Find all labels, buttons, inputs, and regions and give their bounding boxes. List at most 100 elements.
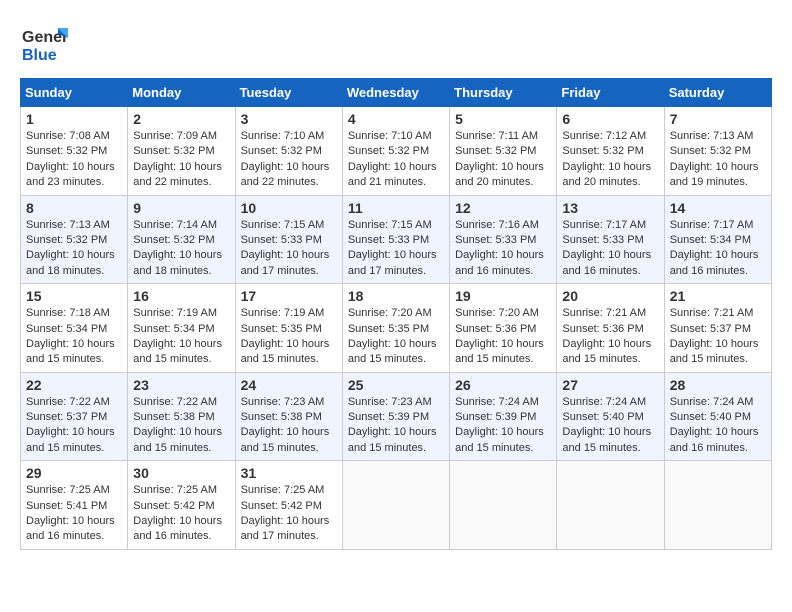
daylight-label: Daylight: 10 hours [133,426,222,438]
sunrise-label: Sunrise: 7:24 AM [455,396,539,408]
daylight-minutes: and 15 minutes. [455,353,533,365]
day-info: Sunrise: 7:21 AM Sunset: 5:37 PM Dayligh… [670,306,766,368]
day-number: 19 [455,288,551,304]
calendar-cell: 31 Sunrise: 7:25 AM Sunset: 5:42 PM Dayl… [235,461,342,550]
sunset-label: Sunset: 5:36 PM [562,323,643,335]
day-info: Sunrise: 7:17 AM Sunset: 5:33 PM Dayligh… [562,218,658,280]
calendar-week-row: 15 Sunrise: 7:18 AM Sunset: 5:34 PM Dayl… [21,284,772,373]
day-number: 16 [133,288,229,304]
day-number: 2 [133,111,229,127]
daylight-minutes: and 16 minutes. [562,265,640,277]
calendar-week-row: 22 Sunrise: 7:22 AM Sunset: 5:37 PM Dayl… [21,372,772,461]
calendar-table: SundayMondayTuesdayWednesdayThursdayFrid… [20,78,772,550]
day-number: 9 [133,200,229,216]
daylight-minutes: and 15 minutes. [241,442,319,454]
daylight-label: Daylight: 10 hours [670,161,759,173]
daylight-label: Daylight: 10 hours [562,426,651,438]
day-info: Sunrise: 7:12 AM Sunset: 5:32 PM Dayligh… [562,129,658,191]
sunrise-label: Sunrise: 7:19 AM [241,307,325,319]
daylight-minutes: and 15 minutes. [562,442,640,454]
sunset-label: Sunset: 5:33 PM [455,234,536,246]
calendar-cell: 21 Sunrise: 7:21 AM Sunset: 5:37 PM Dayl… [664,284,771,373]
day-number: 11 [348,200,444,216]
sunrise-label: Sunrise: 7:17 AM [670,219,754,231]
calendar-cell: 24 Sunrise: 7:23 AM Sunset: 5:38 PM Dayl… [235,372,342,461]
header-sunday: Sunday [21,79,128,107]
day-info: Sunrise: 7:17 AM Sunset: 5:34 PM Dayligh… [670,218,766,280]
calendar-cell: 14 Sunrise: 7:17 AM Sunset: 5:34 PM Dayl… [664,195,771,284]
sunrise-label: Sunrise: 7:10 AM [348,130,432,142]
sunset-label: Sunset: 5:32 PM [26,145,107,157]
day-info: Sunrise: 7:14 AM Sunset: 5:32 PM Dayligh… [133,218,229,280]
calendar-cell: 17 Sunrise: 7:19 AM Sunset: 5:35 PM Dayl… [235,284,342,373]
sunset-label: Sunset: 5:33 PM [348,234,429,246]
sunset-label: Sunset: 5:36 PM [455,323,536,335]
day-info: Sunrise: 7:23 AM Sunset: 5:39 PM Dayligh… [348,395,444,457]
daylight-label: Daylight: 10 hours [26,338,115,350]
sunset-label: Sunset: 5:35 PM [241,323,322,335]
day-info: Sunrise: 7:15 AM Sunset: 5:33 PM Dayligh… [348,218,444,280]
daylight-label: Daylight: 10 hours [562,249,651,261]
daylight-minutes: and 20 minutes. [455,176,533,188]
day-number: 21 [670,288,766,304]
sunrise-label: Sunrise: 7:22 AM [26,396,110,408]
sunrise-label: Sunrise: 7:25 AM [241,484,325,496]
sunset-label: Sunset: 5:32 PM [562,145,643,157]
daylight-minutes: and 15 minutes. [133,442,211,454]
daylight-label: Daylight: 10 hours [133,338,222,350]
daylight-label: Daylight: 10 hours [670,338,759,350]
daylight-minutes: and 19 minutes. [670,176,748,188]
sunset-label: Sunset: 5:42 PM [241,500,322,512]
calendar-cell: 8 Sunrise: 7:13 AM Sunset: 5:32 PM Dayli… [21,195,128,284]
calendar-cell: 4 Sunrise: 7:10 AM Sunset: 5:32 PM Dayli… [342,107,449,196]
daylight-minutes: and 17 minutes. [348,265,426,277]
day-info: Sunrise: 7:25 AM Sunset: 5:41 PM Dayligh… [26,483,122,545]
svg-text:Blue: Blue [22,47,57,64]
sunset-label: Sunset: 5:41 PM [26,500,107,512]
daylight-minutes: and 15 minutes. [670,353,748,365]
sunset-label: Sunset: 5:33 PM [562,234,643,246]
calendar-cell: 12 Sunrise: 7:16 AM Sunset: 5:33 PM Dayl… [450,195,557,284]
calendar-cell [342,461,449,550]
sunset-label: Sunset: 5:32 PM [455,145,536,157]
calendar-cell: 22 Sunrise: 7:22 AM Sunset: 5:37 PM Dayl… [21,372,128,461]
sunset-label: Sunset: 5:34 PM [670,234,751,246]
daylight-minutes: and 16 minutes. [133,530,211,542]
daylight-label: Daylight: 10 hours [348,338,437,350]
day-number: 23 [133,377,229,393]
day-info: Sunrise: 7:10 AM Sunset: 5:32 PM Dayligh… [348,129,444,191]
sunset-label: Sunset: 5:38 PM [241,411,322,423]
daylight-label: Daylight: 10 hours [241,249,330,261]
calendar-cell: 23 Sunrise: 7:22 AM Sunset: 5:38 PM Dayl… [128,372,235,461]
daylight-label: Daylight: 10 hours [133,161,222,173]
daylight-minutes: and 15 minutes. [348,353,426,365]
calendar-cell: 6 Sunrise: 7:12 AM Sunset: 5:32 PM Dayli… [557,107,664,196]
day-number: 14 [670,200,766,216]
calendar-cell: 7 Sunrise: 7:13 AM Sunset: 5:32 PM Dayli… [664,107,771,196]
calendar-cell: 25 Sunrise: 7:23 AM Sunset: 5:39 PM Dayl… [342,372,449,461]
daylight-label: Daylight: 10 hours [241,338,330,350]
sunrise-label: Sunrise: 7:15 AM [241,219,325,231]
daylight-minutes: and 16 minutes. [670,442,748,454]
daylight-label: Daylight: 10 hours [670,249,759,261]
sunrise-label: Sunrise: 7:25 AM [133,484,217,496]
sunset-label: Sunset: 5:39 PM [348,411,429,423]
sunset-label: Sunset: 5:33 PM [241,234,322,246]
daylight-minutes: and 15 minutes. [562,353,640,365]
day-info: Sunrise: 7:23 AM Sunset: 5:38 PM Dayligh… [241,395,337,457]
day-number: 31 [241,465,337,481]
day-info: Sunrise: 7:20 AM Sunset: 5:35 PM Dayligh… [348,306,444,368]
sunset-label: Sunset: 5:32 PM [241,145,322,157]
calendar-cell: 13 Sunrise: 7:17 AM Sunset: 5:33 PM Dayl… [557,195,664,284]
sunset-label: Sunset: 5:32 PM [348,145,429,157]
daylight-label: Daylight: 10 hours [241,426,330,438]
sunrise-label: Sunrise: 7:16 AM [455,219,539,231]
calendar-cell: 2 Sunrise: 7:09 AM Sunset: 5:32 PM Dayli… [128,107,235,196]
day-info: Sunrise: 7:13 AM Sunset: 5:32 PM Dayligh… [26,218,122,280]
daylight-minutes: and 15 minutes. [455,442,533,454]
sunrise-label: Sunrise: 7:10 AM [241,130,325,142]
daylight-minutes: and 16 minutes. [26,530,104,542]
header-monday: Monday [128,79,235,107]
calendar-cell: 3 Sunrise: 7:10 AM Sunset: 5:32 PM Dayli… [235,107,342,196]
calendar-cell: 27 Sunrise: 7:24 AM Sunset: 5:40 PM Dayl… [557,372,664,461]
